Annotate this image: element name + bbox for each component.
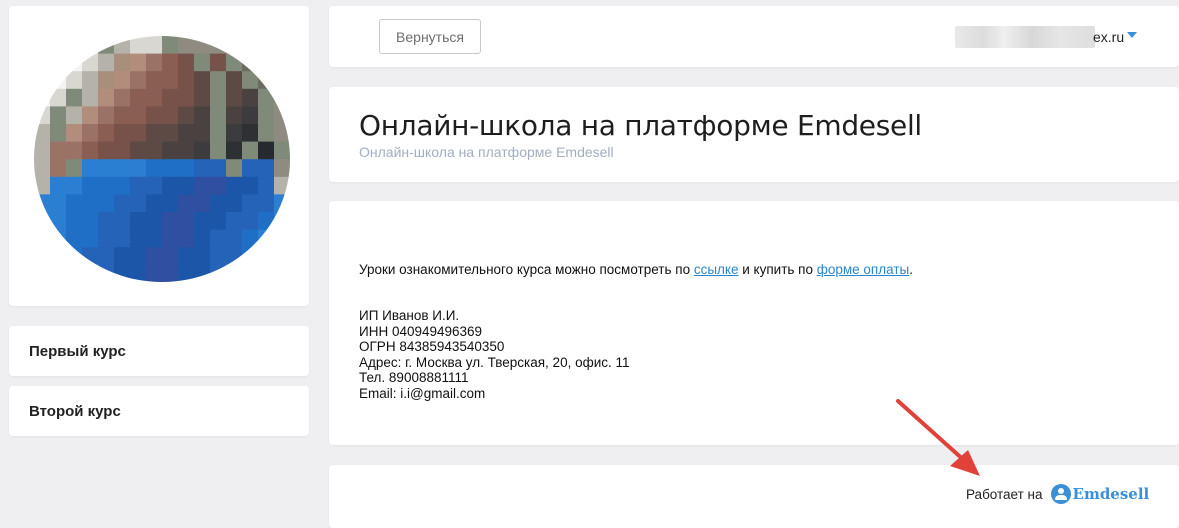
powered-by-label: Работает на: [966, 486, 1043, 502]
company-name: ИП Иванов И.И.: [359, 308, 460, 323]
avatar-pixelated-image: [34, 36, 290, 282]
sidebar-item-label: Первый курс: [29, 342, 126, 360]
avatar: [34, 36, 290, 282]
school-header-card: Онлайн-школа на платформе Emdesell Онлай…: [329, 87, 1179, 182]
user-menu[interactable]: ex.ru: [955, 24, 1145, 50]
user-email-blurred: [955, 26, 1095, 48]
company-address: Адрес: г. Москва ул. Тверская, 20, офис.…: [359, 354, 630, 370]
emdesell-brand-link[interactable]: Emdesell: [1050, 484, 1150, 504]
back-button[interactable]: Вернуться: [379, 19, 481, 54]
intro-middle: и купить по: [738, 262, 817, 277]
payment-form-link[interactable]: форме оплаты: [817, 262, 909, 277]
annotation-arrow: [896, 399, 980, 476]
intro-suffix: .: [909, 262, 913, 277]
preview-lessons-link[interactable]: ссылке: [694, 262, 739, 277]
caret-down-icon[interactable]: [1127, 32, 1138, 38]
company-inn: ИНН 040949496369: [359, 323, 483, 339]
sidebar-item-label: Второй курс: [29, 402, 121, 420]
powered-by: Работает на Emdesell: [966, 484, 1149, 504]
page-title: Онлайн-школа на платформе Emdesell: [359, 109, 922, 142]
emdesell-logo-icon: [1050, 484, 1071, 504]
intro-text: Уроки ознакомительного курса можно посмо…: [359, 262, 913, 277]
page-subtitle: Онлайн-школа на платформе Emdesell: [359, 144, 614, 160]
company-phone: Тел. 89008881111: [359, 370, 469, 385]
content-card: Уроки ознакомительного курса можно посмо…: [329, 201, 1179, 445]
user-email: ex.ru: [1093, 29, 1125, 45]
sidebar-item-second-course[interactable]: Второй курс: [9, 386, 309, 436]
top-bar: Вернуться ex.ru: [329, 6, 1179, 67]
brand-name: Emdesell: [1072, 485, 1150, 503]
company-info: ИП Иванов И.И. ИНН 040949496369 ОГРН 843…: [359, 308, 630, 401]
footer-card: Работает на Emdesell: [329, 465, 1179, 528]
avatar-card: [9, 6, 309, 306]
company-ogrn: ОГРН 84385943540350: [359, 339, 505, 354]
company-email: Email: i.i@gmail.com: [359, 385, 486, 401]
sidebar-item-first-course[interactable]: Первый курс: [9, 326, 309, 376]
intro-prefix: Уроки ознакомительного курса можно посмо…: [359, 262, 694, 277]
